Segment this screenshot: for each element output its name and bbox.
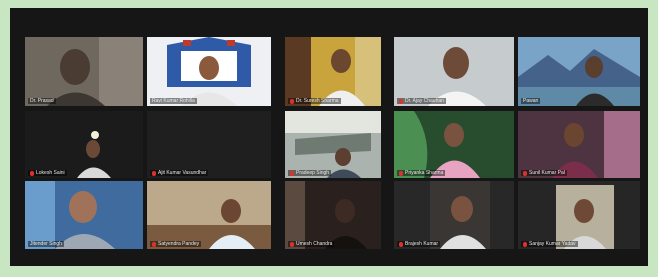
participant-video: [518, 181, 640, 249]
participant-video: [147, 111, 271, 178]
participant-tile[interactable]: Umesh Chandra: [285, 181, 381, 249]
participant-name-label: Satyendra Pandey: [150, 241, 202, 247]
participant-name: Priyanka Sharma: [405, 170, 444, 176]
participant-video: [285, 111, 381, 178]
participant-tile[interactable]: Ajit Kumar Vasundhar: [147, 111, 271, 178]
mic-muted-icon: [523, 170, 527, 176]
mic-muted-icon: [399, 98, 403, 104]
participant-tile[interactable]: Ravi Kumar Rohilla: [147, 37, 271, 106]
mic-muted-icon: [523, 241, 527, 247]
participant-name-label: Sanjay Kumar Yadav: [521, 241, 578, 247]
participant-name-label: Jitender Singh: [28, 241, 64, 247]
participant-name-label: Dr. Ajay Chauhan: [397, 98, 446, 104]
participant-name-label: Pradeep Singh: [288, 170, 332, 176]
participant-video: [394, 181, 514, 249]
mic-muted-icon: [152, 241, 156, 247]
participant-name: Jitender Singh: [30, 241, 62, 247]
participant-name: Pawan: [523, 98, 539, 104]
participant-name-label: Priyanka Sharma: [397, 170, 446, 176]
participant-name: Pradeep Singh: [296, 170, 330, 176]
participant-name: Sanjay Kumar Yadav: [529, 241, 576, 247]
participant-tile[interactable]: Jitender Singh: [25, 181, 143, 249]
participant-tile[interactable]: Dr. Suresh Sharma: [285, 37, 381, 106]
participant-video: [394, 111, 514, 178]
mic-muted-icon: [290, 170, 294, 176]
participant-name: Dr. Prasad: [30, 98, 54, 104]
participant-tile[interactable]: Sanjay Kumar Yadav: [518, 181, 640, 249]
participant-video: [285, 37, 381, 106]
participant-video: [518, 111, 640, 178]
participant-name-label: Brajesh Kumar: [397, 241, 441, 247]
participant-video: [147, 37, 271, 106]
participant-name: Ajit Kumar Vasundhar: [158, 170, 207, 176]
participant-name: Ravi Kumar Rohilla: [152, 98, 195, 104]
participant-name: Dr. Suresh Sharma: [296, 98, 339, 104]
participant-name: Sunil Kumar Pal: [529, 170, 565, 176]
participant-name-label: Lokesh Saini: [28, 170, 67, 176]
mic-muted-icon: [399, 170, 403, 176]
participant-video: [25, 181, 143, 249]
mic-muted-icon: [152, 170, 156, 176]
mic-muted-icon: [290, 241, 294, 247]
participant-name: Lokesh Saini: [36, 170, 65, 176]
participant-tile[interactable]: Brajesh Kumar: [394, 181, 514, 249]
participant-tile[interactable]: Lokesh Saini: [25, 111, 143, 178]
participant-name-label: Sunil Kumar Pal: [521, 170, 567, 176]
participant-video: [518, 37, 640, 106]
participant-tile[interactable]: Priyanka Sharma: [394, 111, 514, 178]
mic-muted-icon: [290, 98, 294, 104]
participant-name-label: Dr. Prasad: [28, 98, 56, 104]
participant-name-label: Ravi Kumar Rohilla: [150, 98, 197, 104]
mic-muted-icon: [30, 170, 34, 176]
participant-name-label: Pawan: [521, 98, 541, 104]
participant-name-label: Dr. Suresh Sharma: [288, 98, 341, 104]
participant-name-label: Ajit Kumar Vasundhar: [150, 170, 209, 176]
participant-tile[interactable]: Pawan: [518, 37, 640, 106]
participant-tile[interactable]: Sunil Kumar Pal: [518, 111, 640, 178]
participant-video: [147, 181, 271, 249]
participant-video: [25, 37, 143, 106]
participant-video: [394, 37, 514, 106]
mic-muted-icon: [399, 241, 403, 247]
participant-tile[interactable]: Pradeep Singh: [285, 111, 381, 178]
participant-name-label: Umesh Chandra: [288, 241, 335, 247]
participant-name: Dr. Ajay Chauhan: [405, 98, 444, 104]
video-gallery: Dr. Prasad Ravi Kumar Rohilla Dr. Suresh…: [10, 8, 648, 266]
participant-name: Brajesh Kumar: [405, 241, 439, 247]
participant-name: Umesh Chandra: [296, 241, 333, 247]
participant-tile[interactable]: Dr. Prasad: [25, 37, 143, 106]
participant-video: [285, 181, 381, 249]
participant-video: [25, 111, 143, 178]
participant-tile[interactable]: Satyendra Pandey: [147, 181, 271, 249]
participant-tile[interactable]: Dr. Ajay Chauhan: [394, 37, 514, 106]
participant-name: Satyendra Pandey: [158, 241, 200, 247]
